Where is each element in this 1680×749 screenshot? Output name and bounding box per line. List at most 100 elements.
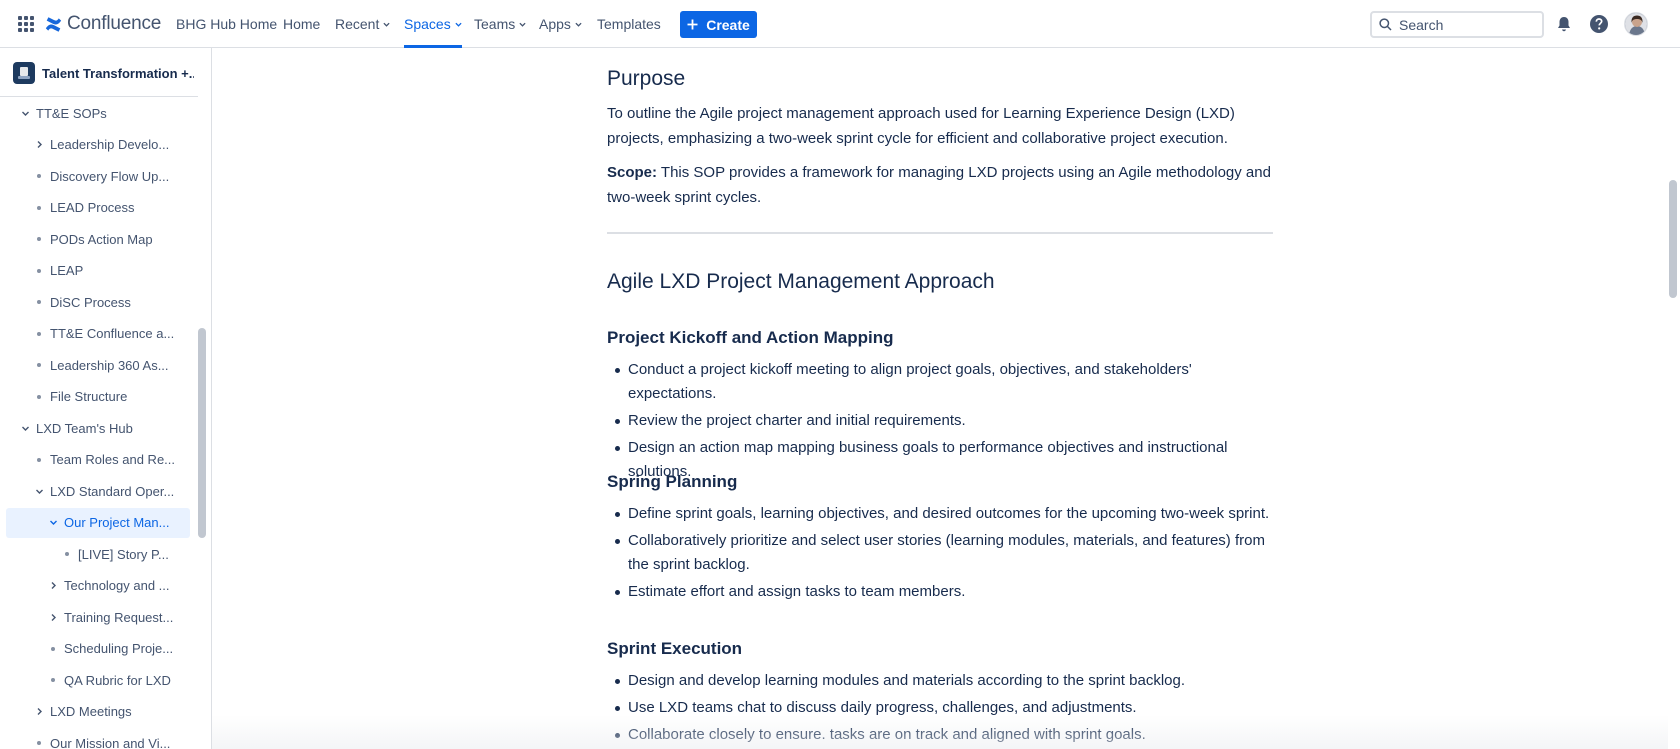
- bullet-dot-icon: [32, 736, 46, 749]
- list-item: Use LXD teams chat to discuss daily prog…: [607, 696, 1273, 720]
- chevron-down-icon[interactable]: [18, 421, 32, 435]
- list-item: Estimate effort and assign tasks to team…: [607, 580, 1273, 604]
- sidebar-tree-label: QA Rubric for LXD: [64, 672, 171, 688]
- sidebar-tree-item[interactable]: LEAP: [6, 256, 190, 286]
- section-heading-planning: Spring Planning: [607, 472, 738, 491]
- list-item: Define sprint goals, learning objectives…: [607, 502, 1273, 526]
- search-box[interactable]: [1370, 11, 1544, 38]
- kickoff-list: Conduct a project kickoff meeting to ali…: [607, 358, 1273, 484]
- sidebar-tree-item[interactable]: Discovery Flow Up...: [6, 161, 190, 191]
- sidebar-tree-item[interactable]: Our Mission and Vi...: [6, 728, 190, 749]
- sidebar-tree-label: Discovery Flow Up...: [50, 168, 170, 184]
- sidebar-tree-label: [LIVE] Story P...: [78, 546, 169, 562]
- nav-recent[interactable]: Recent: [335, 0, 390, 48]
- sidebar-tree-label: Team Roles and Re...: [50, 452, 176, 467]
- chevron-down-icon[interactable]: [46, 516, 60, 530]
- scope-text: This SOP provides a framework for managi…: [607, 164, 1271, 206]
- list-item: Collaborate closely to ensure. tasks are…: [607, 723, 1273, 747]
- sidebar-tree-item[interactable]: TT&E Confluence a...: [6, 319, 190, 349]
- list-item: Collaboratively prioritize and select us…: [607, 529, 1273, 577]
- sidebar-tree-item[interactable]: DiSC Process: [6, 287, 190, 317]
- create-label: Create: [706, 16, 750, 33]
- chevron-right-icon[interactable]: [32, 705, 46, 719]
- sidebar-tree-item[interactable]: Leadership 360 As...: [6, 350, 190, 380]
- approach-heading: Agile LXD Project Management Approach: [607, 270, 995, 293]
- nav-label: Apps: [539, 16, 571, 32]
- execution-list: Design and develop learning modules and …: [607, 669, 1273, 747]
- sidebar-tree-item[interactable]: Team Roles and Re...: [6, 445, 190, 475]
- chevron-down-icon: [455, 22, 462, 27]
- sidebar-tree-item[interactable]: Technology and ...: [6, 571, 190, 601]
- sidebar-tree-item[interactable]: QA Rubric for LXD: [6, 665, 190, 695]
- nav-label: Templates: [597, 16, 661, 32]
- bullet-dot-icon: [46, 642, 60, 656]
- list-item: Review the project charter and initial r…: [607, 409, 1273, 433]
- nav-teams[interactable]: Teams: [474, 0, 526, 48]
- nav-spaces[interactable]: Spaces: [404, 0, 462, 48]
- notifications-bell-icon[interactable]: [1552, 12, 1576, 36]
- bullet-dot-icon: [32, 327, 46, 341]
- list-item: Conduct a project kickoff meeting to ali…: [607, 358, 1273, 406]
- space-name: Talent Transformation +...: [42, 65, 194, 81]
- sidebar-tree-item[interactable]: LXD Meetings: [6, 697, 190, 727]
- space-header[interactable]: Talent Transformation +...: [13, 61, 194, 85]
- bullet-dot-icon: [32, 453, 46, 467]
- sidebar-tree-item[interactable]: LXD Team's Hub: [6, 413, 190, 443]
- bullet-dot-icon: [32, 295, 46, 309]
- chevron-down-icon[interactable]: [32, 484, 46, 498]
- chevron-right-icon[interactable]: [46, 610, 60, 624]
- nav-apps[interactable]: Apps: [539, 0, 582, 48]
- sidebar-scrollbar[interactable]: [198, 328, 206, 538]
- list-item: Design and develop learning modules and …: [607, 669, 1273, 693]
- bullet-dot-icon: [32, 232, 46, 246]
- sidebar-tree-label: LEAP: [50, 263, 84, 278]
- sidebar-tree-label: Our Project Man...: [64, 515, 170, 530]
- chevron-down-icon[interactable]: [18, 106, 32, 120]
- chevron-down-icon: [383, 22, 390, 27]
- purpose-heading: Purpose: [607, 67, 686, 90]
- app-name: Confluence: [67, 13, 162, 34]
- bullet-dot-icon: [60, 547, 74, 561]
- search-input[interactable]: [1399, 16, 1529, 33]
- chevron-right-icon[interactable]: [32, 138, 46, 152]
- sidebar-tree-item[interactable]: TT&E SOPs: [6, 98, 190, 128]
- app-switcher-icon[interactable]: [18, 16, 34, 32]
- sidebar-tree-label: PODs Action Map: [50, 231, 153, 247]
- help-icon[interactable]: [1587, 12, 1611, 36]
- nav-home[interactable]: Home: [283, 0, 320, 48]
- sidebar-tree-item[interactable]: Training Request...: [6, 602, 190, 632]
- sidebar-tree-item[interactable]: LXD Standard Oper...: [6, 476, 190, 506]
- chevron-right-icon[interactable]: [46, 579, 60, 593]
- confluence-logo[interactable]: Confluence: [45, 12, 161, 36]
- sidebar-tree-item[interactable]: Our Project Man...: [6, 507, 190, 538]
- sidebar-tree-label: TT&E Confluence a...: [50, 326, 175, 341]
- sidebar-tree-item[interactable]: Leadership Develo...: [6, 130, 190, 160]
- nav-bhg-hub-home[interactable]: BHG Hub Home: [176, 0, 277, 48]
- sidebar-tree-label: DiSC Process: [50, 294, 131, 310]
- page-scrollbar[interactable]: [1669, 180, 1677, 298]
- purpose-paragraph: To outline the Agile project management …: [607, 105, 1235, 147]
- nav-label: Spaces: [404, 16, 451, 32]
- sidebar-tree-item[interactable]: [LIVE] Story P...: [6, 539, 190, 569]
- space-sidebar: Talent Transformation +... TT&E SOPs Lead…: [0, 48, 212, 749]
- section-heading-execution: Sprint Execution: [607, 639, 743, 658]
- create-button[interactable]: Create: [680, 11, 757, 38]
- chevron-down-icon: [575, 22, 582, 27]
- sidebar-tree-item[interactable]: File Structure: [6, 382, 190, 412]
- chevron-down-icon: [519, 22, 526, 27]
- sidebar-tree-label: Scheduling Proje...: [64, 641, 174, 656]
- nav-label: Teams: [474, 16, 516, 32]
- sidebar-tree-label: LEAD Process: [50, 200, 135, 215]
- nav-templates[interactable]: Templates: [597, 0, 661, 48]
- search-icon: [1379, 18, 1392, 31]
- page-content: Purpose To outline the Agile project man…: [212, 48, 1668, 749]
- sidebar-tree-item[interactable]: PODs Action Map: [6, 224, 190, 254]
- sidebar-tree-item[interactable]: Scheduling Proje...: [6, 634, 190, 664]
- sidebar-tree-label: Leadership 360 As...: [50, 357, 169, 373]
- section-divider: [607, 232, 1273, 234]
- sidebar-tree-item[interactable]: LEAD Process: [6, 193, 190, 223]
- planning-list: Define sprint goals, learning objectives…: [607, 502, 1273, 604]
- sidebar-tree-label: Technology and ...: [64, 578, 170, 593]
- sidebar-tree-label: LXD Meetings: [50, 704, 132, 719]
- profile-avatar[interactable]: [1624, 12, 1648, 36]
